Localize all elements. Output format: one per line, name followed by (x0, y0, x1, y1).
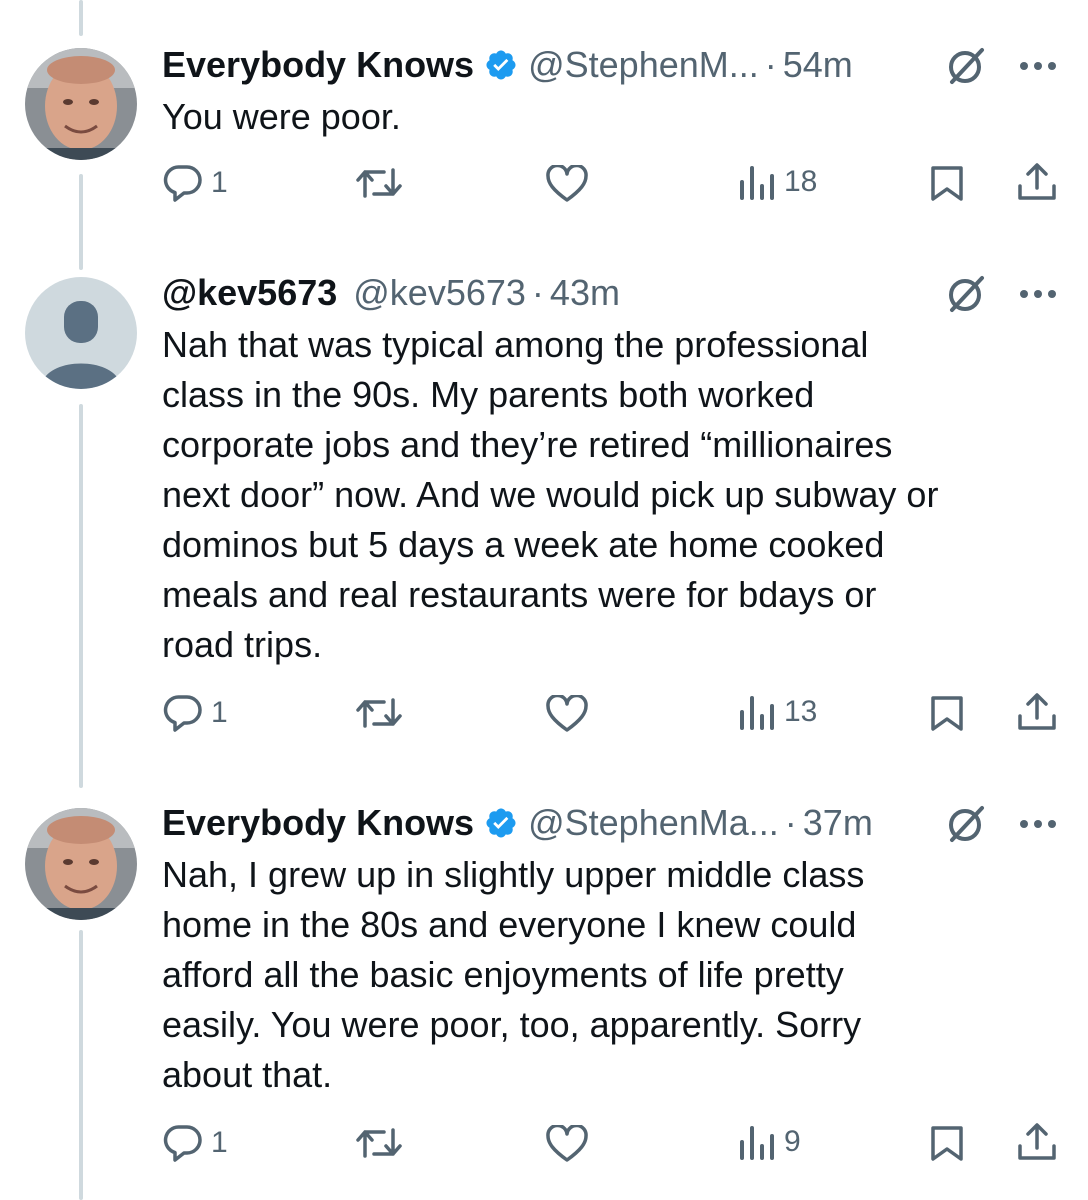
bookmark-icon (931, 1126, 963, 1161)
reply-button[interactable]: 1 (163, 694, 228, 732)
verified-badge-icon (486, 808, 516, 838)
tweet-text: Nah, I grew up in slightly upper middle … (162, 854, 865, 1095)
views-button[interactable]: 13 (738, 694, 817, 730)
thread-line-top (79, 0, 83, 36)
tweet-text: You were poor. (162, 96, 401, 137)
like-icon (546, 1125, 588, 1162)
views-count: 13 (784, 695, 818, 728)
tweet-header: Everybody Knows @StephenMa... · 37m (162, 798, 1060, 848)
tweet-header: @kev5673 @kev5673 · 43m (162, 268, 1060, 318)
retweet-button[interactable] (356, 1126, 402, 1160)
reply-count: 1 (211, 166, 228, 199)
retweet-icon (356, 698, 402, 728)
like-button[interactable] (545, 165, 589, 203)
views-button[interactable]: 9 (738, 1124, 801, 1160)
verified-badge-icon (486, 50, 516, 80)
bookmark-icon (931, 696, 963, 731)
bookmark-button[interactable] (929, 164, 965, 202)
views-count: 18 (784, 165, 818, 198)
like-button[interactable] (545, 695, 589, 733)
views-count: 9 (784, 1125, 801, 1158)
share-icon (1018, 163, 1056, 200)
reply-button[interactable]: 1 (163, 164, 228, 202)
bookmark-button[interactable] (929, 1124, 965, 1162)
retweet-button[interactable] (356, 166, 402, 200)
handle[interactable]: @kev5673 (353, 272, 526, 314)
views-icon (740, 1126, 774, 1160)
handle[interactable]: @StephenMa... (528, 802, 779, 844)
reply-icon (163, 695, 202, 732)
grok-icon[interactable] (944, 44, 988, 88)
grok-icon[interactable] (944, 802, 988, 846)
bookmark-button[interactable] (929, 694, 965, 732)
bookmark-icon (931, 166, 963, 201)
views-icon (740, 696, 774, 730)
share-icon (1018, 693, 1056, 730)
avatar[interactable] (25, 48, 137, 160)
share-button[interactable] (1016, 162, 1058, 202)
separator: · (764, 44, 777, 85)
tweet-header: Everybody Knows @StephenM... · 54m (162, 40, 1060, 90)
views-button[interactable]: 18 (738, 164, 817, 200)
reply-count: 1 (211, 1126, 228, 1159)
like-icon (546, 695, 588, 732)
share-button[interactable] (1016, 692, 1058, 732)
display-name[interactable]: Everybody Knows (162, 802, 474, 844)
views-icon (740, 166, 774, 200)
reply-count: 1 (211, 696, 228, 729)
display-name[interactable]: Everybody Knows (162, 44, 474, 86)
reply-button[interactable]: 1 (163, 1124, 228, 1162)
action-bar: 1 13 (0, 688, 1088, 738)
like-icon (546, 165, 588, 202)
retweet-icon (356, 168, 402, 198)
retweet-icon (356, 1128, 402, 1158)
action-bar: 1 18 (0, 158, 1088, 208)
avatar[interactable] (25, 277, 137, 389)
display-name[interactable]: @kev5673 (162, 272, 337, 314)
timestamp[interactable]: 37m (803, 802, 873, 844)
separator: · (531, 272, 544, 313)
timestamp[interactable]: 54m (783, 44, 853, 86)
like-button[interactable] (545, 1125, 589, 1163)
grok-icon[interactable] (944, 272, 988, 316)
avatar[interactable] (25, 808, 137, 920)
reply-icon (163, 1125, 202, 1162)
share-button[interactable] (1016, 1122, 1058, 1162)
action-bar: 1 9 (0, 1118, 1088, 1168)
retweet-button[interactable] (356, 696, 402, 730)
tweet-text: Nah that was typical among the professio… (162, 324, 939, 665)
more-icon[interactable] (1018, 818, 1058, 830)
share-icon (1018, 1123, 1056, 1160)
reply-icon (163, 165, 202, 202)
handle[interactable]: @StephenM... (528, 44, 759, 86)
more-icon[interactable] (1018, 60, 1058, 72)
timestamp[interactable]: 43m (550, 272, 620, 314)
separator: · (784, 802, 797, 843)
more-icon[interactable] (1018, 288, 1058, 300)
